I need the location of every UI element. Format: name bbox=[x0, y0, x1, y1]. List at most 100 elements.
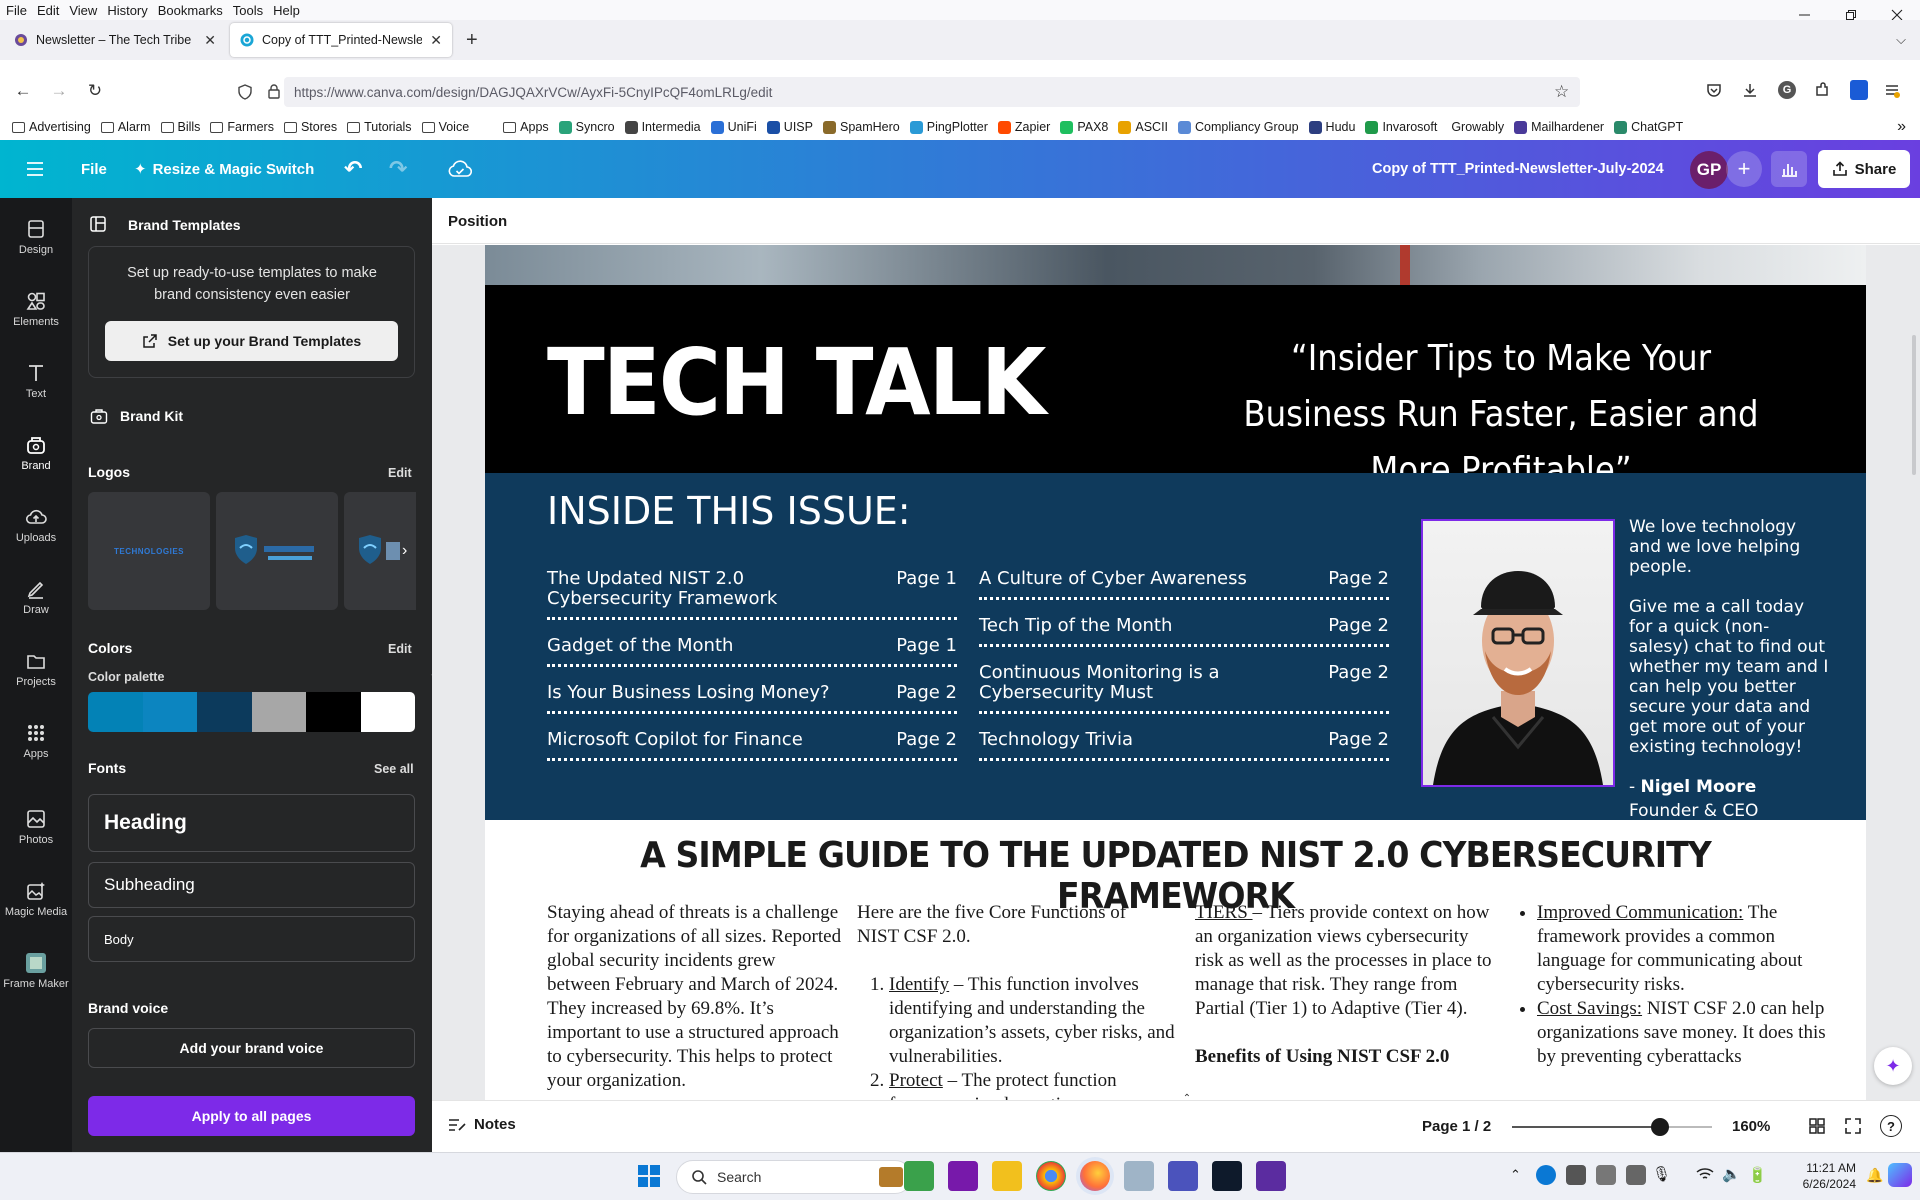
bookmark-item[interactable]: Compliancy Group bbox=[1178, 120, 1299, 134]
rail-uploads[interactable]: Uploads bbox=[0, 506, 72, 544]
account-g-icon[interactable]: G bbox=[1778, 81, 1796, 99]
menu-edit[interactable]: Edit bbox=[37, 3, 59, 18]
onedrive-icon[interactable] bbox=[1536, 1165, 1556, 1185]
snipping-tool-icon[interactable] bbox=[1124, 1161, 1154, 1191]
battery-icon[interactable]: 🔋 bbox=[1748, 1166, 1767, 1184]
reload-icon[interactable]: ↻ bbox=[84, 80, 106, 102]
microphone-icon[interactable]: 🎙 bbox=[1652, 1165, 1671, 1183]
rail-brand[interactable]: Brand bbox=[0, 434, 72, 472]
teams-app-icon[interactable] bbox=[1168, 1161, 1198, 1191]
extensions-icon[interactable] bbox=[1814, 82, 1830, 98]
rail-magic-media[interactable]: Magic Media bbox=[0, 880, 72, 918]
rail-apps[interactable]: Apps bbox=[0, 722, 72, 760]
logo-thumbnail-2[interactable] bbox=[216, 492, 338, 610]
close-tab-icon[interactable]: ✕ bbox=[430, 32, 442, 49]
toc-entry[interactable]: Is Your Business Losing Money? Page 2 bbox=[547, 677, 957, 714]
bitwarden-icon[interactable] bbox=[1850, 80, 1868, 100]
pocket-icon[interactable] bbox=[1706, 82, 1722, 98]
bookmark-item[interactable]: Alarm bbox=[100, 120, 151, 134]
taskbar-search[interactable]: Search bbox=[676, 1160, 912, 1194]
color-swatch[interactable] bbox=[251, 692, 306, 732]
downloads-icon[interactable] bbox=[1742, 82, 1758, 98]
bookmark-star-icon[interactable]: ☆ bbox=[1554, 82, 1569, 102]
bookmark-item[interactable]: UISP bbox=[766, 120, 813, 134]
bookmark-item[interactable]: Growably bbox=[1447, 120, 1504, 134]
bookmark-item[interactable]: SpamHero bbox=[822, 120, 900, 134]
forward-icon[interactable]: → bbox=[48, 80, 70, 102]
lock-icon[interactable] bbox=[268, 84, 280, 99]
brand-kit-label[interactable]: Brand Kit bbox=[120, 408, 183, 424]
page-indicator[interactable]: Page 1 / 2 bbox=[1422, 1118, 1491, 1135]
copilot-icon[interactable] bbox=[1888, 1163, 1912, 1187]
rail-frame-maker[interactable]: Frame Maker bbox=[0, 952, 72, 990]
redo-icon[interactable]: ↷ bbox=[389, 140, 407, 198]
fullscreen-icon[interactable] bbox=[1844, 1117, 1862, 1135]
tray-app-icon[interactable] bbox=[1596, 1165, 1616, 1185]
volume-icon[interactable]: 🔈 bbox=[1722, 1165, 1741, 1183]
menu-file[interactable]: File bbox=[6, 3, 27, 18]
toc-entry[interactable]: Continuous Monitoring is a Cybersecurity… bbox=[979, 657, 1389, 714]
back-icon[interactable]: ← bbox=[12, 80, 34, 102]
rail-projects[interactable]: Projects bbox=[0, 650, 72, 688]
bookmark-item[interactable]: Bills bbox=[160, 120, 200, 134]
share-button[interactable]: Share bbox=[1818, 150, 1910, 188]
bookmark-item[interactable]: Tutorials bbox=[347, 120, 412, 134]
insights-chart-icon[interactable] bbox=[1771, 151, 1807, 187]
app-menu-icon[interactable] bbox=[1884, 82, 1900, 98]
tab-canva[interactable]: Copy of TTT_Printed-Newsletter ✕ bbox=[230, 23, 452, 57]
tracking-shield-icon[interactable] bbox=[238, 84, 252, 100]
apply-to-all-pages-button[interactable]: Apply to all pages bbox=[88, 1096, 415, 1136]
document-title[interactable]: Copy of TTT_Printed-Newsletter-July-2024 bbox=[1372, 140, 1664, 198]
font-body[interactable]: Body bbox=[88, 916, 415, 962]
bookmark-item[interactable]: ChatGPT bbox=[1614, 120, 1683, 134]
color-swatch[interactable] bbox=[306, 692, 361, 732]
bookmark-item[interactable]: Hudu bbox=[1308, 120, 1355, 134]
toc-entry[interactable]: Tech Tip of the Month Page 2 bbox=[979, 610, 1389, 647]
rail-design[interactable]: Design bbox=[0, 218, 72, 256]
toc-entry[interactable]: The Updated NIST 2.0 Cybersecurity Frame… bbox=[547, 563, 957, 620]
bookmark-item[interactable]: Syncro bbox=[558, 120, 615, 134]
bookmark-item[interactable]: Zapier bbox=[997, 120, 1050, 134]
menu-view[interactable]: View bbox=[69, 3, 97, 18]
menu-bookmarks[interactable]: Bookmarks bbox=[158, 3, 223, 18]
newsletter-page[interactable]: TECH TALK “Insider Tips to Make Your Bus… bbox=[485, 245, 1866, 1100]
bookmark-item[interactable]: Invarosoft bbox=[1365, 120, 1437, 134]
windows-start-icon[interactable] bbox=[634, 1161, 664, 1191]
notification-bell-icon[interactable]: 🔔 bbox=[1866, 1167, 1883, 1184]
resize-magic-switch-button[interactable]: ✦ Resize & Magic Switch bbox=[134, 140, 314, 198]
wifi-icon[interactable] bbox=[1696, 1167, 1714, 1181]
zoom-slider-handle[interactable] bbox=[1651, 1118, 1669, 1136]
grid-view-icon[interactable] bbox=[1808, 1117, 1826, 1135]
file-menu-button[interactable]: File bbox=[81, 140, 107, 198]
toc-entry[interactable]: A Culture of Cyber Awareness Page 2 bbox=[979, 563, 1389, 600]
bookmark-item[interactable]: Apps bbox=[503, 120, 549, 134]
user-avatar[interactable]: GP bbox=[1690, 151, 1728, 189]
firefox-app-icon[interactable] bbox=[1080, 1161, 1110, 1191]
bookmark-item[interactable]: Farmers bbox=[210, 120, 274, 134]
chrome-app-icon[interactable] bbox=[1036, 1161, 1066, 1191]
toc-entry[interactable]: Microsoft Copilot for Finance Page 2 bbox=[547, 724, 957, 761]
app-icon[interactable] bbox=[1256, 1161, 1286, 1191]
tray-chevron-icon[interactable]: ⌃ bbox=[1510, 1167, 1521, 1183]
bookmarks-overflow-icon[interactable]: » bbox=[1897, 118, 1906, 136]
notepad-app-icon[interactable] bbox=[904, 1161, 934, 1191]
bookmark-item[interactable]: PingPlotter bbox=[909, 120, 988, 134]
toc-entry[interactable]: Gadget of the Month Page 1 bbox=[547, 630, 957, 667]
magic-assistant-icon[interactable]: ✦ bbox=[1874, 1047, 1912, 1085]
bookmark-item[interactable]: ASCII bbox=[1118, 120, 1168, 134]
zoom-slider[interactable] bbox=[1512, 1118, 1712, 1136]
position-button[interactable]: Position bbox=[448, 213, 507, 230]
fonts-see-all-button[interactable]: See all bbox=[374, 762, 414, 776]
new-tab-button[interactable]: + bbox=[466, 29, 478, 52]
undo-icon[interactable]: ↶ bbox=[344, 140, 362, 198]
rail-text[interactable]: Text bbox=[0, 362, 72, 400]
zoom-level[interactable]: 160% bbox=[1732, 1118, 1770, 1135]
font-subheading[interactable]: Subheading bbox=[88, 862, 415, 908]
add-brand-voice-button[interactable]: Add your brand voice bbox=[88, 1028, 415, 1068]
notes-button[interactable]: Notes bbox=[448, 1116, 516, 1133]
add-collaborator-icon[interactable]: + bbox=[1726, 151, 1762, 187]
toc-entry[interactable]: Technology Trivia Page 2 bbox=[979, 724, 1389, 761]
menu-history[interactable]: History bbox=[107, 3, 147, 18]
bookmark-item[interactable]: PAX8 bbox=[1060, 120, 1108, 134]
color-swatch[interactable] bbox=[88, 692, 143, 732]
